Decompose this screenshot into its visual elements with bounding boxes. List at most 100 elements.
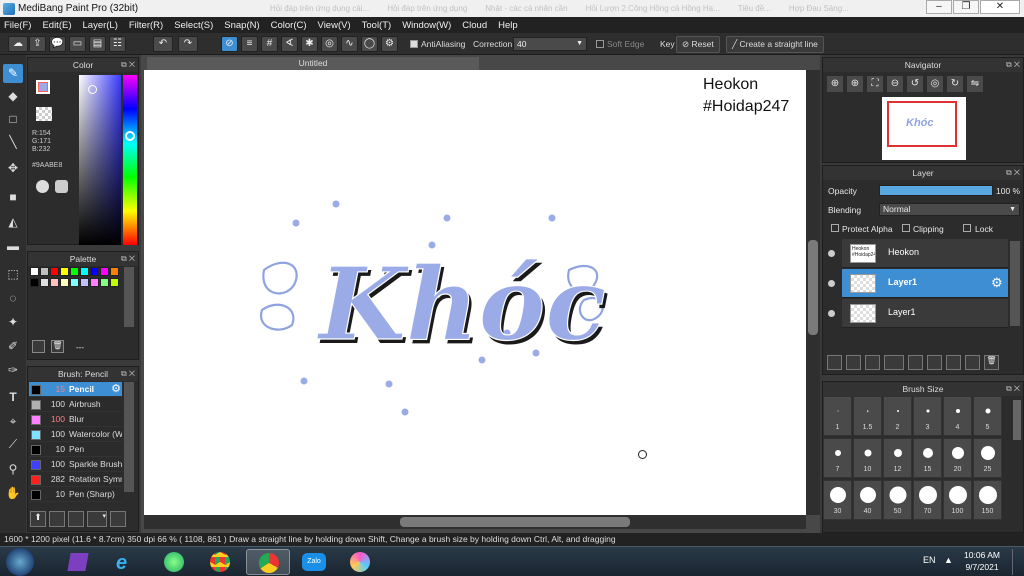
palette-swatch[interactable] <box>30 267 39 276</box>
palette-swatch[interactable] <box>70 278 79 287</box>
color-history-icon[interactable] <box>55 180 68 193</box>
brush-item[interactable]: 10 Pen (Sharp) <box>29 487 122 502</box>
google-earth-icon[interactable] <box>152 549 196 575</box>
select-pen-tool-icon[interactable]: ✐ <box>3 337 23 356</box>
sv-picker-handle[interactable] <box>88 85 97 94</box>
brush-size-cell[interactable]: 1 <box>823 396 852 436</box>
eraser-tool-icon[interactable]: ◆ <box>3 87 23 106</box>
medibang-icon[interactable] <box>338 549 382 575</box>
panel-controls-icon[interactable]: ⧉ ✕ <box>1006 382 1020 396</box>
language-indicator[interactable]: EN <box>923 555 936 565</box>
snap-parallel-icon[interactable]: ≡ <box>241 36 258 52</box>
vertical-scroll-thumb[interactable] <box>808 240 818 335</box>
add-palette-icon[interactable] <box>32 340 45 353</box>
canvas[interactable]: Khóc Khóc Heokon #Hoidap247 <box>144 70 806 515</box>
redo-icon[interactable]: ↷ <box>178 36 198 52</box>
palette-swatch[interactable] <box>100 278 109 287</box>
text-tool-icon[interactable]: T <box>3 388 23 407</box>
zoom-out-icon[interactable]: ⊖ <box>887 76 903 92</box>
brush-size-cell[interactable]: 50 <box>883 480 912 520</box>
minimize-button[interactable]: – <box>926 0 952 14</box>
new-8bit-layer-icon[interactable] <box>865 355 880 370</box>
panel-controls-icon[interactable]: ⧉ ✕ <box>121 367 135 381</box>
opacity-slider[interactable] <box>879 185 993 196</box>
layer-row-selected[interactable]: Layer1 ⚙ <box>842 269 1008 298</box>
palette-swatch[interactable] <box>60 278 69 287</box>
hue-slider-handle[interactable] <box>125 131 135 141</box>
brush-size-cell[interactable]: 40 <box>853 480 882 520</box>
menu-filter[interactable]: Filter(R) <box>129 20 163 31</box>
rotate-right-icon[interactable]: ↻ <box>947 76 963 92</box>
hue-slider[interactable] <box>123 75 137 245</box>
rect-select-tool-icon[interactable]: □ <box>3 110 23 129</box>
brush-size-cell[interactable]: 20 <box>943 438 972 478</box>
clipping-checkbox[interactable] <box>902 224 910 232</box>
visual-studio-icon[interactable] <box>56 549 100 575</box>
snap-radial-icon[interactable]: ✱ <box>301 36 318 52</box>
menu-view[interactable]: View(V) <box>318 20 351 31</box>
maximize-button[interactable]: ❐ <box>953 0 979 14</box>
comment-icon[interactable]: 💬 <box>49 36 66 52</box>
brush-size-cell[interactable]: 1.5 <box>853 396 882 436</box>
antialiasing-checkbox[interactable] <box>410 40 418 48</box>
brush-size-cell[interactable]: 5 <box>973 396 1002 436</box>
brush-size-cell[interactable]: 7 <box>823 438 852 478</box>
system-clock[interactable]: 10:06 AM 9/7/2021 <box>955 549 1009 573</box>
lasso-tool-icon[interactable]: ◌ <box>3 289 23 308</box>
palette-swatch[interactable] <box>70 267 79 276</box>
tray-arrow-icon[interactable]: ▲ <box>944 555 953 565</box>
layer-row[interactable]: Heokon #Hoidap247 Heokon <box>842 239 1008 268</box>
share-icon[interactable]: ⇪ <box>29 36 46 52</box>
duplicate-layer-icon[interactable] <box>927 355 942 370</box>
palette-swatch[interactable] <box>80 278 89 287</box>
snap-grid-icon[interactable]: # <box>261 36 278 52</box>
blending-dropdown[interactable]: Normal ▼ <box>879 203 1020 216</box>
save-icon[interactable]: ▤ <box>89 36 106 52</box>
undo-icon[interactable]: ↶ <box>153 36 173 52</box>
new-layer-icon[interactable] <box>827 355 842 370</box>
snap-perspective-icon[interactable]: ∢ <box>281 36 298 52</box>
close-button[interactable]: ✕ <box>980 0 1020 14</box>
move-tool-icon[interactable]: ✥ <box>3 159 23 178</box>
menu-snap[interactable]: Snap(N) <box>224 20 259 31</box>
panel-controls-icon[interactable]: ⧉ ✕ <box>1006 58 1020 72</box>
brush-size-scrollbar[interactable] <box>1013 400 1021 440</box>
hand-tool-icon[interactable]: ✋ <box>3 484 23 503</box>
bucket-tool-icon[interactable]: ◭ <box>3 213 23 232</box>
fit-icon[interactable]: ⛶ <box>867 76 883 92</box>
select-tool-icon[interactable]: ⬚ <box>3 265 23 284</box>
menu-file[interactable]: File(F) <box>4 20 31 31</box>
panel-controls-icon[interactable]: ⧉ ✕ <box>121 58 135 72</box>
brush-size-cell[interactable]: 15 <box>913 438 942 478</box>
protect-alpha-checkbox[interactable] <box>831 224 839 232</box>
delete-layer-icon[interactable]: 🗑 <box>984 355 999 370</box>
brush-menu-icon[interactable]: ▾ <box>87 511 107 527</box>
palette-swatch[interactable] <box>90 267 99 276</box>
layer-scrollbar[interactable] <box>1010 241 1020 326</box>
zoom-in-icon[interactable]: ⊕ <box>827 76 843 92</box>
palette-swatch[interactable] <box>50 267 59 276</box>
fill-rect-tool-icon[interactable]: ■ <box>3 188 23 207</box>
flip-icon[interactable]: ⇋ <box>967 76 983 92</box>
soft-edge-checkbox[interactable] <box>596 40 604 48</box>
menu-cloud[interactable]: Cloud <box>462 20 487 31</box>
navigator-thumbnail[interactable]: Khóc <box>882 97 966 160</box>
brush-settings-icon[interactable] <box>110 511 126 527</box>
color-wheel-icon[interactable] <box>36 180 49 193</box>
brush-size-cell[interactable]: 4 <box>943 396 972 436</box>
brush-item[interactable]: 100 Airbrush <box>29 397 122 412</box>
brush-size-cell[interactable]: 70 <box>913 480 942 520</box>
brush-size-cell[interactable]: 25 <box>973 438 1002 478</box>
lock-checkbox[interactable] <box>963 224 971 232</box>
brush-tool-icon[interactable]: ✎ <box>3 64 23 83</box>
correction-dropdown[interactable]: 40 ▼ <box>513 37 587 51</box>
visibility-eye-icon[interactable] <box>828 310 835 317</box>
gear-icon[interactable]: ⚙ <box>111 382 121 395</box>
brush-item[interactable]: 100 Sparkle Brush <box>29 457 122 472</box>
transparent-color-swatch[interactable] <box>36 107 52 121</box>
brush-size-cell[interactable]: 3 <box>913 396 942 436</box>
brush-item[interactable]: 282 Rotation Symm <box>29 472 122 487</box>
brush-item-selected[interactable]: 15 Pencil ⚙ <box>29 382 122 397</box>
brush-size-cell[interactable]: 30 <box>823 480 852 520</box>
cloud-icon[interactable]: ☁ <box>8 36 28 52</box>
